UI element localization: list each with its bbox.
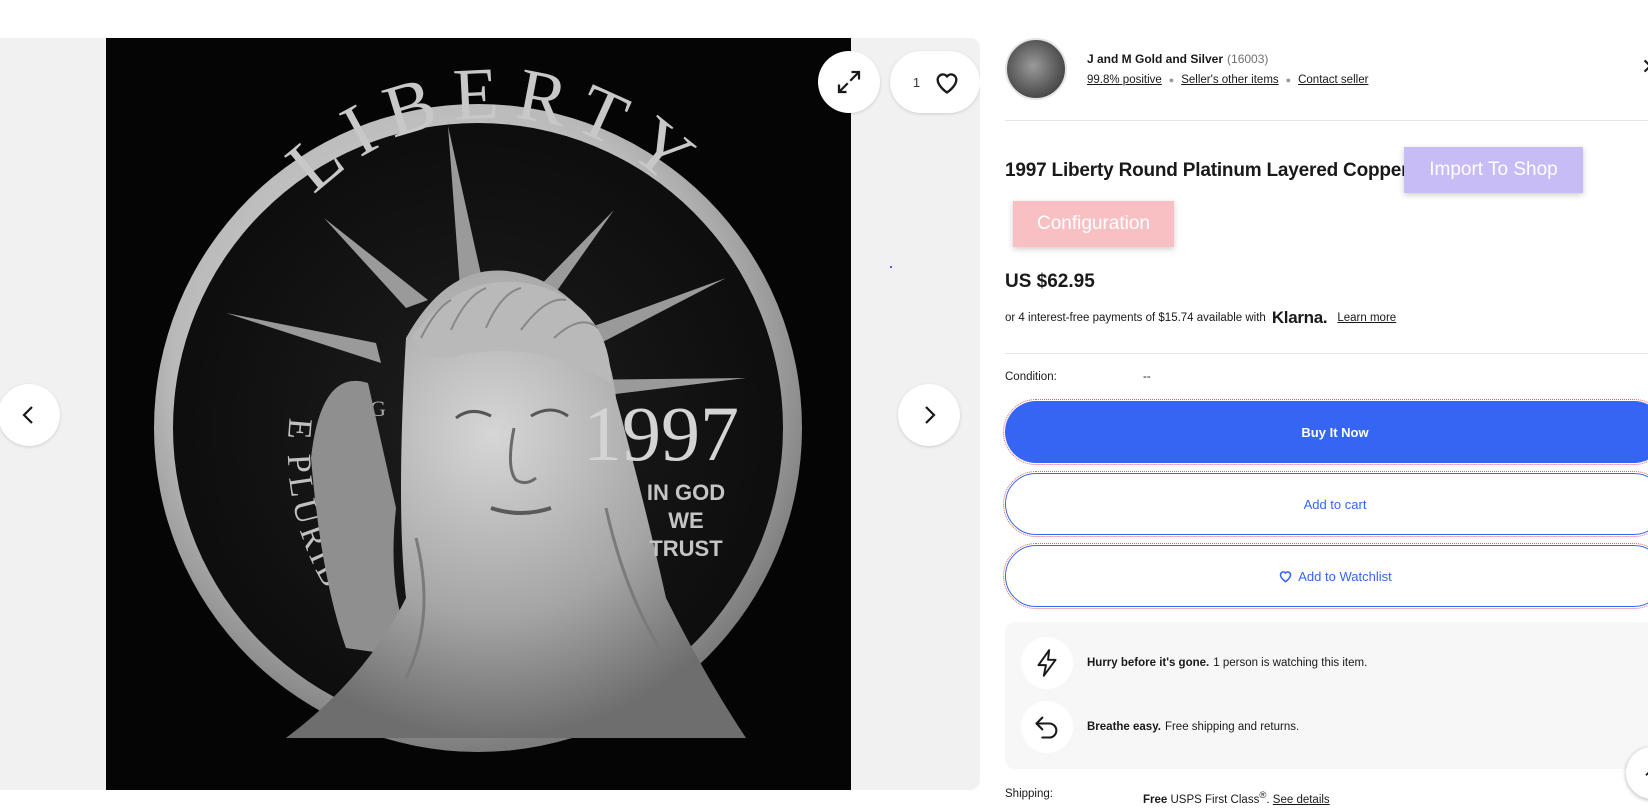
add-to-watchlist-button[interactable]: Add to Watchlist: [1003, 543, 1648, 609]
promo-bold: Hurry before it's gone.: [1087, 657, 1210, 669]
promo-text: 1 person is watching this item.: [1213, 657, 1368, 669]
lightning-icon: [1021, 637, 1073, 689]
chevron-left-icon: [22, 406, 33, 424]
previous-image-button[interactable]: [0, 384, 60, 446]
item-details-panel: J and M Gold and Silver (16003) 99.8% pos…: [1003, 0, 1648, 810]
expand-icon: [837, 70, 861, 94]
divider: [1005, 120, 1648, 121]
klarna-text: or 4 interest-free payments of $15.74 av…: [1005, 312, 1266, 324]
seller-positive-link[interactable]: 99.8% positive: [1087, 74, 1162, 86]
expand-image-button[interactable]: [818, 51, 880, 113]
promo-box: Hurry before it's gone. 1 person is watc…: [1005, 622, 1648, 769]
seller-info: J and M Gold and Silver (16003) 99.8% pos…: [1087, 52, 1368, 86]
divider: [1005, 353, 1648, 354]
favorite-count: 1: [912, 74, 921, 90]
item-page: LIBERTY E PLURIBUS UNUM G: [0, 0, 1648, 810]
buy-it-now-button[interactable]: Buy It Now: [1003, 399, 1648, 465]
registered-mark: ®: [1259, 790, 1267, 801]
klarna-logo: Klarna.: [1271, 308, 1328, 327]
shipping-method: USPS First Class: [1170, 793, 1260, 806]
heart-icon: [936, 73, 958, 94]
item-title: 1997 Liberty Round Platinum Layered Copp…: [1005, 160, 1409, 181]
chevron-up-icon: [1645, 771, 1648, 776]
coin-motto-line3: TRUST: [649, 536, 723, 561]
seller-name[interactable]: J and M Gold and Silver: [1087, 52, 1223, 66]
see-details-link[interactable]: See details: [1273, 794, 1330, 806]
coin-motto-line2: WE: [668, 508, 703, 533]
seller-other-items-link[interactable]: Seller's other items: [1181, 74, 1278, 86]
favorite-button[interactable]: 1: [890, 51, 980, 113]
promo-text: Free shipping and returns.: [1164, 721, 1300, 733]
promo-bold: Breathe easy.: [1087, 721, 1161, 733]
heart-icon: [1278, 569, 1293, 583]
return-arrow-icon: [1021, 701, 1073, 753]
chevron-right-icon: [925, 406, 936, 424]
seller-feedback-count: (16003): [1227, 52, 1269, 66]
condition-label: Condition:: [1005, 371, 1057, 383]
promo-row-shipping: Breathe easy. Free shipping and returns.: [1021, 701, 1299, 753]
next-image-button[interactable]: [898, 384, 960, 446]
klarna-row: or 4 interest-free payments of $15.74 av…: [1005, 308, 1396, 328]
add-to-cart-button[interactable]: Add to cart: [1003, 471, 1648, 537]
image-gallery: LIBERTY E PLURIBUS UNUM G: [0, 38, 980, 790]
item-price: US $62.95: [1005, 271, 1095, 292]
seller-links: 99.8% positive ● Seller's other items ● …: [1087, 74, 1368, 86]
promo-row-watching: Hurry before it's gone. 1 person is watc…: [1021, 637, 1367, 689]
stray-dot: [890, 266, 892, 268]
contact-seller-link[interactable]: Contact seller: [1298, 74, 1368, 86]
import-to-shop-button[interactable]: Import To Shop: [1404, 147, 1583, 193]
configuration-button[interactable]: Configuration: [1013, 201, 1174, 247]
coin-motto-line1: IN GOD: [647, 480, 725, 505]
coin-image: LIBERTY E PLURIBUS UNUM G: [154, 52, 802, 752]
shipping-free: Free: [1143, 793, 1168, 806]
condition-value: --: [1143, 371, 1151, 383]
shipping-value: Free USPS First Class®. See details: [1143, 790, 1330, 806]
learn-more-link[interactable]: Learn more: [1337, 312, 1396, 324]
close-icon[interactable]: ✕: [1641, 54, 1648, 80]
seller-avatar[interactable]: [1005, 38, 1067, 100]
coin-year: 1997: [583, 390, 739, 477]
separator-dot: ●: [1168, 75, 1175, 85]
shipping-label: Shipping:: [1005, 788, 1053, 800]
seller-name-row: J and M Gold and Silver (16003): [1087, 52, 1368, 66]
seller-card: J and M Gold and Silver (16003) 99.8% pos…: [1005, 38, 1368, 100]
separator-dot: ●: [1285, 75, 1292, 85]
add-to-watchlist-label: Add to Watchlist: [1298, 568, 1392, 584]
item-photo[interactable]: LIBERTY E PLURIBUS UNUM G: [106, 38, 851, 790]
